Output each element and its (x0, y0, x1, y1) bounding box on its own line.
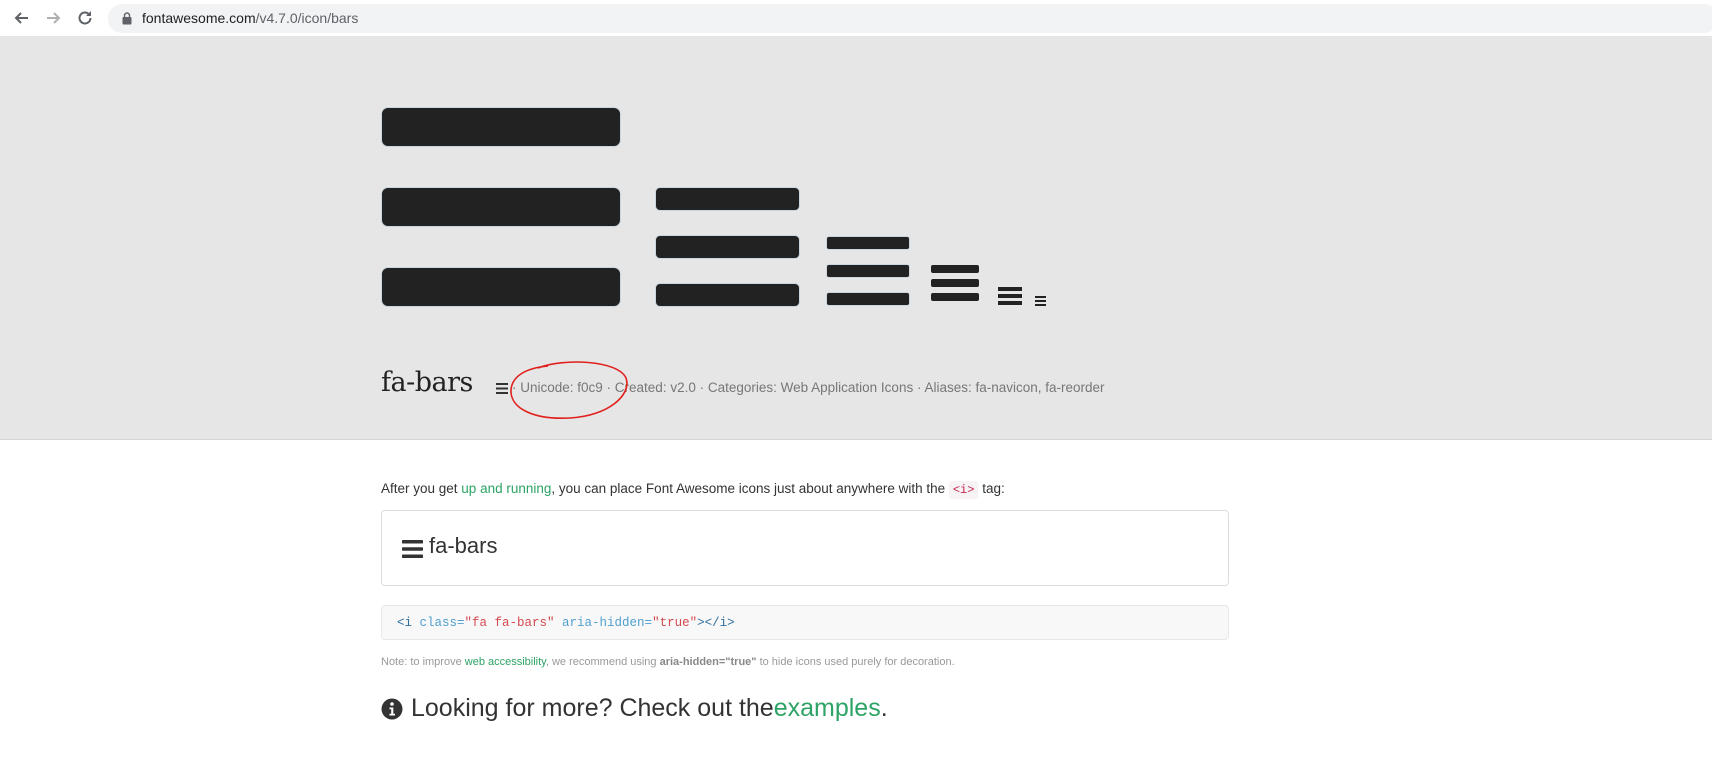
examples-link[interactable]: examples (774, 694, 881, 723)
info-circle-icon (381, 698, 403, 719)
browser-toolbar: fontawesome.com/v4.7.0/icon/bars (0, 0, 1712, 37)
reload-icon[interactable] (73, 6, 97, 30)
red-circle-annotation (510, 361, 628, 419)
page-title: fa-bars (381, 367, 473, 398)
icon-hero: fa-bars · Unicode: f0c9 · Created: v2.0 … (0, 37, 1712, 440)
example-preview: fa-bars (381, 510, 1229, 586)
address-bar[interactable]: fontawesome.com/v4.7.0/icon/bars (108, 4, 1712, 33)
bars-icon (496, 383, 508, 394)
web-accessibility-link[interactable]: web accessibility (465, 656, 546, 668)
back-arrow-icon[interactable] (10, 6, 34, 30)
more-examples-heading: Looking for more? Check out the examples… (381, 694, 888, 723)
url-text: fontawesome.com/v4.7.0/icon/bars (142, 10, 359, 26)
intro-text: After you get up and running, you can pl… (381, 481, 1005, 499)
accessibility-note: Note: to improve web accessibility, we r… (381, 656, 955, 668)
example-label: fa-bars (429, 533, 498, 558)
code-snippet[interactable]: <i class="fa fa-bars" aria-hidden="true"… (381, 605, 1229, 640)
up-and-running-link[interactable]: up and running (461, 481, 551, 496)
lock-icon (122, 12, 132, 25)
bars-icon (402, 540, 423, 558)
forward-arrow-icon[interactable] (41, 6, 65, 30)
i-tag-code: <i> (948, 481, 979, 499)
